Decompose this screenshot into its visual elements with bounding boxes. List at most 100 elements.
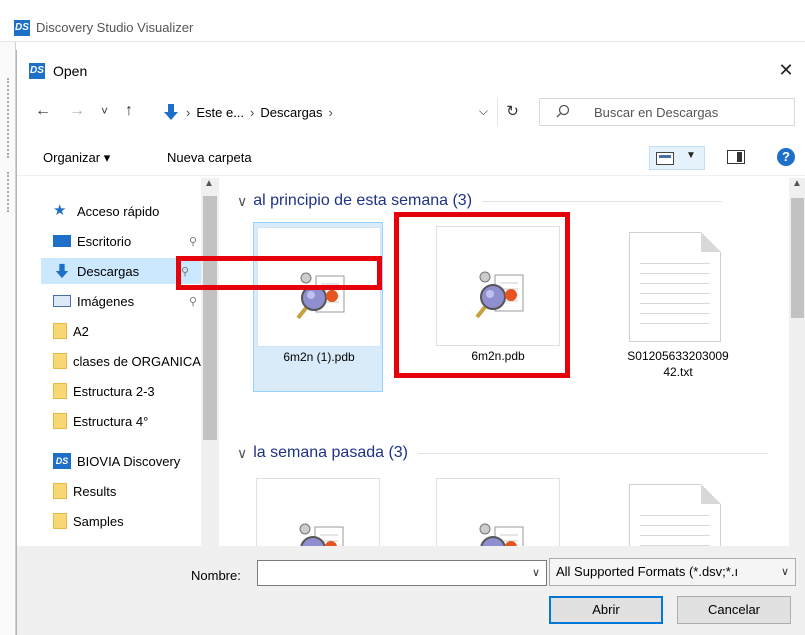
sidebar-item-desktop[interactable]: Escritorio ⚲	[41, 228, 207, 254]
download-icon	[55, 263, 69, 279]
filetype-select[interactable]: All Supported Formats (*.dsv;*.ı ∨	[549, 558, 796, 586]
filename-input[interactable]: ∨	[257, 560, 547, 586]
cancel-button[interactable]: Cancelar	[677, 596, 791, 624]
open-button[interactable]: Abrir	[549, 596, 663, 624]
address-dropdown-icon[interactable]: ⌵	[479, 104, 488, 119]
text-line	[640, 525, 710, 526]
sidebar-item-label: A2	[73, 323, 89, 339]
scroll-up-icon[interactable]: ▲	[204, 178, 214, 189]
sidebar-item-label: Results	[73, 483, 117, 499]
scroll-thumb[interactable]	[791, 198, 804, 318]
page-fold	[701, 484, 721, 504]
app-logo-icon: DS	[14, 20, 30, 36]
sidebar-item-pictures[interactable]: Imágenes ⚲	[41, 288, 207, 314]
sidebar-item-label: Acceso rápido	[77, 203, 160, 219]
folder-icon	[53, 413, 67, 429]
text-line	[640, 535, 710, 536]
sidebar-item-label: Imágenes	[77, 293, 135, 309]
view-icon	[656, 152, 674, 165]
search-icon	[556, 104, 570, 118]
group-label: al principio de esta semana (3)	[253, 192, 473, 209]
sidebar-item-folder[interactable]: A2	[41, 318, 207, 344]
text-line	[640, 293, 710, 294]
text-line	[640, 323, 710, 324]
back-button[interactable]: ←	[35, 102, 51, 120]
sidebar-item-label: Estructura 2-3	[73, 383, 155, 399]
download-arrow-icon	[164, 104, 178, 120]
file-name: S01205633203009 42.txt	[627, 349, 729, 379]
breadcrumb-separator: ›	[186, 104, 191, 120]
recent-locations-button[interactable]: ˅	[101, 104, 108, 118]
breadcrumb-separator: ›	[250, 104, 255, 120]
text-line	[640, 263, 710, 264]
content-scrollbar[interactable]: ▲ ▼	[789, 178, 805, 594]
sidebar-item-label: Estructura 4°	[73, 413, 149, 429]
folder-icon	[53, 353, 67, 369]
breadcrumb-this-pc[interactable]: Este e...	[196, 105, 244, 120]
grip-dots	[7, 78, 9, 158]
sidebar-item-label: clases de ORGANICA	[73, 353, 201, 369]
pin-icon: ⚲	[189, 295, 198, 308]
chevron-down-icon[interactable]: ∨	[532, 566, 540, 579]
breadcrumb-descargas[interactable]: Descargas	[260, 105, 322, 120]
up-button[interactable]: ↑	[125, 102, 133, 120]
help-button[interactable]: ?	[777, 148, 795, 166]
sidebar-item-folder[interactable]: Estructura 4°	[41, 408, 207, 434]
filename-label: Nombre:	[191, 568, 241, 583]
close-button[interactable]: ✕	[766, 56, 805, 84]
grip-dots	[7, 172, 9, 212]
sidebar-item-folder[interactable]: Samples	[41, 508, 207, 534]
group-divider	[482, 200, 723, 202]
chevron-down-icon: ∨	[780, 566, 789, 578]
sidebar-item-quick-access[interactable]: ★ Acceso rápido	[41, 198, 207, 224]
dialog-titlebar: DS Open ✕	[17, 50, 805, 90]
group-divider	[418, 452, 769, 454]
text-line	[640, 273, 710, 274]
preview-pane-button[interactable]	[727, 150, 745, 164]
page-fold	[701, 232, 721, 252]
refresh-button[interactable]: ↻	[497, 98, 527, 126]
file-tile[interactable]: S01205633203009 42.txt	[613, 222, 743, 392]
scroll-up-icon[interactable]: ▲	[792, 178, 802, 189]
pictures-icon	[53, 295, 71, 307]
group-header[interactable]: ∨ la semana pasada (3)	[237, 444, 769, 462]
sidebar-item-label: Escritorio	[77, 233, 132, 249]
ds-app-icon: DS	[53, 453, 71, 469]
sidebar-item-label: Descargas	[77, 263, 140, 279]
chevron-down-icon: ▼	[686, 150, 696, 161]
filetype-value: All Supported Formats (*.dsv;*.ı	[556, 564, 739, 579]
search-box[interactable]: Buscar en Descargas	[539, 98, 795, 126]
navigation-row: ← → ˅ ↑ › Este e... › Descargas › ⌵ ↻ Bu…	[17, 94, 805, 130]
sidebar-item-biovia[interactable]: DS BIOVIA Discovery	[41, 448, 207, 474]
folder-icon	[53, 513, 67, 529]
folder-icon	[53, 483, 67, 499]
sidebar-item-folder[interactable]: clases de ORGANICA	[41, 348, 207, 374]
chevron-down-icon: ∨	[237, 192, 248, 209]
sidebar-item-folder[interactable]: Estructura 2-3	[41, 378, 207, 404]
annotation-highlight	[394, 212, 570, 378]
text-line	[640, 313, 710, 314]
group-label: la semana pasada (3)	[253, 444, 409, 461]
breadcrumb-separator: ›	[328, 104, 333, 120]
navigation-scrollbar[interactable]: ▲ ▼	[201, 178, 219, 594]
chevron-down-icon: ∨	[237, 444, 248, 461]
folder-icon	[53, 323, 67, 339]
text-line	[640, 515, 710, 516]
dialog-title: Open	[53, 63, 88, 79]
dialog-logo-icon: DS	[29, 63, 45, 79]
organize-menu[interactable]: Organizar ▾	[43, 150, 110, 166]
file-tile[interactable]: 6m2n (1).pdb	[253, 222, 383, 392]
text-line	[640, 303, 710, 304]
forward-button[interactable]: →	[69, 102, 85, 120]
sidebar-item-label: BIOVIA Discovery	[77, 453, 181, 469]
group-header[interactable]: ∨ al principio de esta semana (3)	[237, 192, 723, 210]
new-folder-button[interactable]: Nueva carpeta	[167, 150, 252, 165]
address-bar[interactable]: › Este e... › Descargas › ⌵	[159, 98, 499, 126]
text-line	[640, 283, 710, 284]
app-title: Discovery Studio Visualizer	[36, 20, 194, 35]
scroll-thumb[interactable]	[203, 196, 217, 440]
text-file-icon	[629, 232, 721, 342]
change-view-button[interactable]: ▼	[649, 146, 705, 170]
sidebar-item-folder[interactable]: Results	[41, 478, 207, 504]
navigation-pane: ★ Acceso rápido Escritorio ⚲ Descargas ⚲…	[41, 178, 221, 594]
